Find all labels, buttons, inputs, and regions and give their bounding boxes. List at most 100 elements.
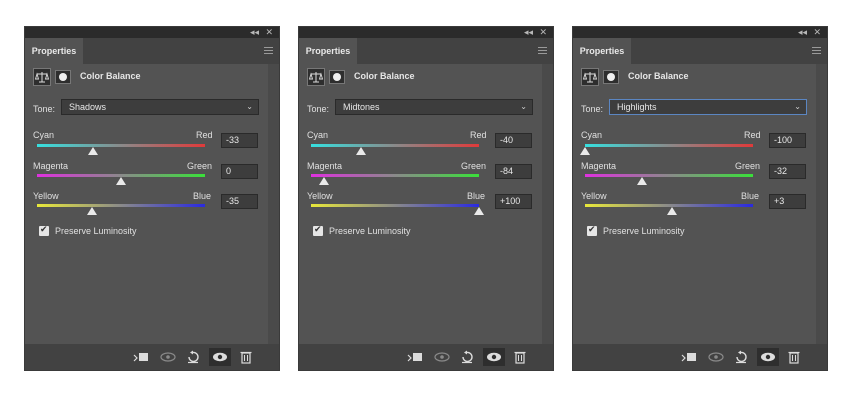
chevron-down-icon: ⌄ xyxy=(246,102,253,111)
magenta-label: Magenta xyxy=(33,161,69,171)
clip-to-layer-icon[interactable] xyxy=(407,348,423,366)
view-previous-state-icon[interactable] xyxy=(159,348,176,366)
preserve-luminosity-label: Preserve Luminosity xyxy=(329,226,411,236)
magenta-green-value-input[interactable]: -32 xyxy=(769,164,806,179)
eye-icon[interactable] xyxy=(757,348,779,366)
tone-select[interactable]: Highlights ⌄ xyxy=(609,99,807,115)
green-label: Green xyxy=(187,161,213,171)
tab-properties[interactable]: Properties xyxy=(573,38,631,64)
yellow-blue-value-input[interactable]: -35 xyxy=(221,194,258,209)
close-icon[interactable]: ✕ xyxy=(813,27,821,38)
color-balance-scales-icon xyxy=(33,68,51,86)
tab-row: Properties xyxy=(573,38,827,64)
eye-icon[interactable] xyxy=(483,348,505,366)
eye-icon[interactable] xyxy=(209,348,231,366)
tone-label: Tone: xyxy=(33,104,56,114)
trash-icon[interactable] xyxy=(512,348,528,366)
close-icon[interactable]: ✕ xyxy=(265,27,273,38)
magenta-label: Magenta xyxy=(581,161,617,171)
cyan-label: Cyan xyxy=(581,130,603,140)
magenta-green-value-input[interactable]: 0 xyxy=(221,164,258,179)
cyan-label: Cyan xyxy=(33,130,55,140)
clip-to-layer-icon[interactable] xyxy=(681,348,697,366)
preserve-luminosity-checkbox[interactable] xyxy=(313,224,323,236)
chevron-down-icon: ⌄ xyxy=(794,102,801,111)
tab-row: Properties xyxy=(25,38,279,64)
panel-menu-icon[interactable] xyxy=(812,47,821,54)
panel-menu-icon[interactable] xyxy=(538,47,547,54)
trash-icon[interactable] xyxy=(786,348,802,366)
collapse-icon[interactable]: ◂◂ xyxy=(524,27,533,38)
scrollbar[interactable] xyxy=(268,64,279,344)
panel-footer xyxy=(25,344,279,370)
close-icon[interactable]: ✕ xyxy=(539,27,547,38)
cyan-red-slider-track[interactable] xyxy=(37,144,205,147)
tone-label: Tone: xyxy=(307,104,330,114)
panel-menu-icon[interactable] xyxy=(264,47,273,54)
view-previous-state-icon[interactable] xyxy=(707,348,724,366)
reset-icon[interactable] xyxy=(459,348,475,366)
panel-titlebar: ◂◂ ✕ xyxy=(25,27,279,38)
properties-panel-highlights: ◂◂ ✕ Properties Color Balance Tone: High… xyxy=(572,26,828,371)
green-label: Green xyxy=(461,161,487,171)
magenta-green-slider-thumb[interactable] xyxy=(637,177,648,185)
properties-panel-midtones: ◂◂ ✕ Properties Color Balance Tone: Midt… xyxy=(298,26,554,371)
red-label: Red xyxy=(470,130,487,140)
yellow-label: Yellow xyxy=(33,191,59,201)
blue-label: Blue xyxy=(467,191,486,201)
properties-panel-shadows: ◂◂ ✕ Properties Color Balance Tone: Shad… xyxy=(24,26,280,371)
layer-mask-icon[interactable] xyxy=(603,70,619,84)
tone-select[interactable]: Shadows ⌄ xyxy=(61,99,259,115)
layer-mask-icon[interactable] xyxy=(55,70,71,84)
yellow-blue-slider-thumb[interactable] xyxy=(474,207,484,215)
yellow-blue-slider-thumb[interactable] xyxy=(666,207,677,215)
blue-label: Blue xyxy=(741,191,760,201)
tone-select-value: Shadows xyxy=(69,102,107,112)
tab-properties[interactable]: Properties xyxy=(25,38,83,64)
cyan-red-slider-track[interactable] xyxy=(311,144,479,147)
cyan-label: Cyan xyxy=(307,130,329,140)
yellow-blue-value-input[interactable]: +100 xyxy=(495,194,532,209)
cyan-red-value-input[interactable]: -100 xyxy=(769,133,806,148)
preserve-luminosity-label: Preserve Luminosity xyxy=(55,226,137,236)
scrollbar[interactable] xyxy=(542,64,553,344)
scrollbar[interactable] xyxy=(816,64,827,344)
cyan-red-slider-thumb[interactable] xyxy=(580,147,590,155)
cyan-red-value-input[interactable]: -40 xyxy=(495,133,532,148)
color-balance-scales-icon xyxy=(307,68,325,86)
trash-icon[interactable] xyxy=(238,348,254,366)
cyan-red-value-input[interactable]: -33 xyxy=(221,133,258,148)
tab-properties[interactable]: Properties xyxy=(299,38,357,64)
yellow-blue-value-input[interactable]: +3 xyxy=(769,194,806,209)
cyan-red-slider-thumb[interactable] xyxy=(88,147,99,155)
collapse-icon[interactable]: ◂◂ xyxy=(250,27,259,38)
preserve-luminosity-checkbox[interactable] xyxy=(587,224,597,236)
reset-icon[interactable] xyxy=(185,348,201,366)
cyan-red-slider-track[interactable] xyxy=(585,144,753,147)
panel-titlebar: ◂◂ ✕ xyxy=(573,27,827,38)
magenta-green-slider-thumb[interactable] xyxy=(116,177,126,185)
red-label: Red xyxy=(744,130,761,140)
layer-mask-icon[interactable] xyxy=(329,70,345,84)
adjustment-title: Color Balance xyxy=(80,71,141,81)
yellow-blue-slider-track[interactable] xyxy=(311,204,479,207)
blue-label: Blue xyxy=(193,191,212,201)
yellow-blue-slider-thumb[interactable] xyxy=(86,207,97,215)
collapse-icon[interactable]: ◂◂ xyxy=(798,27,807,38)
preserve-luminosity-checkbox[interactable] xyxy=(39,224,49,236)
yellow-label: Yellow xyxy=(581,191,607,201)
magenta-green-slider-thumb[interactable] xyxy=(319,177,330,185)
magenta-green-value-input[interactable]: -84 xyxy=(495,164,532,179)
cyan-red-slider-thumb[interactable] xyxy=(356,147,367,155)
clip-to-layer-icon[interactable] xyxy=(133,348,149,366)
panel-footer xyxy=(299,344,553,370)
tone-select-value: Midtones xyxy=(343,102,380,112)
color-balance-scales-icon xyxy=(581,68,599,86)
yellow-blue-slider-track[interactable] xyxy=(37,204,205,207)
magenta-green-slider-track[interactable] xyxy=(585,174,753,177)
magenta-green-slider-track[interactable] xyxy=(311,174,479,177)
tone-select-value: Highlights xyxy=(617,102,657,112)
view-previous-state-icon[interactable] xyxy=(433,348,450,366)
reset-icon[interactable] xyxy=(733,348,749,366)
tone-select[interactable]: Midtones ⌄ xyxy=(335,99,533,115)
